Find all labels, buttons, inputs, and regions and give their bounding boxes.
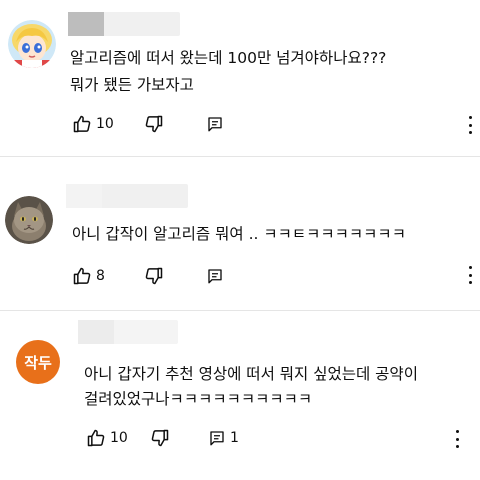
- more-options-icon[interactable]: [467, 116, 473, 134]
- reply-button[interactable]: [206, 112, 228, 136]
- thumbs-down-icon: [151, 429, 169, 447]
- reply-count: 1: [230, 430, 239, 446]
- like-button[interactable]: 10: [72, 112, 114, 136]
- divider: [0, 156, 480, 157]
- like-button[interactable]: 8: [72, 264, 105, 288]
- thumbs-up-icon: [87, 429, 105, 447]
- initials-avatar[interactable]: 작두: [16, 340, 60, 384]
- cartoon-girl-avatar-icon[interactable]: [8, 20, 56, 68]
- comment-actions: 10 1: [86, 426, 256, 450]
- comment-2: 아니 갑작이 알고리즘 뭐여 .. ㅋㅋㅌㅋㅋㅋㅋㅋㅋㅋ 8: [0, 160, 480, 310]
- author-name-redacted[interactable]: [66, 184, 188, 208]
- comment-text-line-2: 걸려있었구나ㅋㅋㅋㅋㅋㅋㅋㅋㅋㅋ: [84, 390, 313, 408]
- like-count: 10: [96, 116, 114, 132]
- thumbs-down-icon: [145, 267, 163, 285]
- comment-actions: 8: [72, 264, 242, 288]
- like-count: 8: [96, 268, 105, 284]
- avatar-initials: 작두: [24, 353, 52, 372]
- author-name-redacted[interactable]: [78, 320, 178, 344]
- divider: [0, 310, 480, 311]
- like-count: 10: [110, 430, 128, 446]
- dislike-button[interactable]: [144, 264, 164, 288]
- more-options-icon[interactable]: [454, 430, 460, 448]
- comment-text-line-2: 뭐가 됐든 가보자고: [70, 76, 194, 94]
- cat-photo-avatar-icon[interactable]: [5, 196, 53, 244]
- comment-text-line-1: 알고리즘에 떠서 왔는데 100만 넘겨야하나요???: [70, 49, 387, 67]
- dislike-button[interactable]: [144, 112, 164, 136]
- comment-text-line-1: 아니 갑자기 추천 영상에 떠서 뭐지 싶었는데 공약이: [84, 365, 418, 383]
- comment-text-line-1: 아니 갑작이 알고리즘 뭐여 .. ㅋㅋㅌㅋㅋㅋㅋㅋㅋㅋ: [72, 225, 406, 243]
- thumbs-down-icon: [145, 115, 163, 133]
- thumbs-up-icon: [73, 115, 91, 133]
- thumbs-up-icon: [73, 267, 91, 285]
- like-button[interactable]: 10: [86, 426, 128, 450]
- comment-actions: 10: [72, 112, 242, 136]
- more-options-icon[interactable]: [467, 266, 473, 284]
- comment-icon: [208, 269, 222, 284]
- author-name-redacted[interactable]: [68, 12, 180, 36]
- dislike-button[interactable]: [150, 426, 170, 450]
- comment-1: 알고리즘에 떠서 왔는데 100만 넘겨야하나요??? 뭐가 됐든 가보자고 1…: [0, 0, 480, 160]
- comment-3: 작두 아니 갑자기 추천 영상에 떠서 뭐지 싶었는데 공약이 걸려있었구나ㅋㅋ…: [0, 312, 480, 480]
- reply-button[interactable]: [206, 264, 228, 288]
- comment-icon: [210, 431, 224, 446]
- reply-button[interactable]: 1: [208, 426, 239, 450]
- comment-icon: [208, 117, 222, 132]
